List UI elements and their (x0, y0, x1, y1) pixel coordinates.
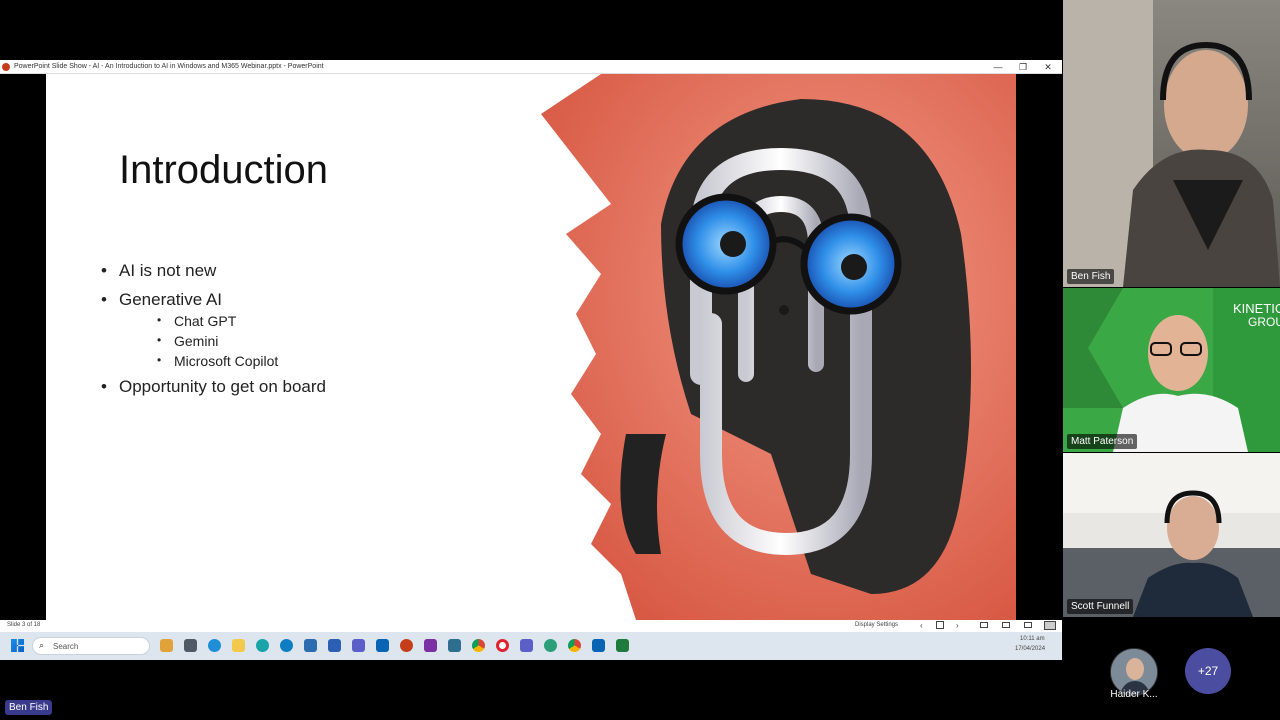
opera-icon[interactable] (496, 639, 509, 652)
reading-view-icon[interactable] (1024, 622, 1032, 628)
minimize-button[interactable]: — (985, 60, 1011, 74)
participant-video-matt-paterson: KINETICS GROU (1063, 288, 1280, 452)
chrome-beta-icon[interactable] (568, 639, 581, 652)
windows-taskbar: ⌕ Search 10:11 am 17/04/2024 (0, 632, 1062, 660)
edge-dev-icon[interactable] (280, 639, 293, 652)
participant-name: Matt Paterson (1067, 434, 1138, 449)
sorter-view-icon[interactable] (1002, 622, 1010, 628)
calculator-icon[interactable] (448, 639, 461, 652)
outlook-icon[interactable] (376, 639, 389, 652)
edge-canary-icon[interactable] (544, 639, 557, 652)
participant-video-ben-fish (1063, 0, 1280, 287)
presenter-label: Ben Fish (5, 700, 53, 715)
clippy-illustration (541, 74, 1016, 620)
next-slide-icon[interactable]: › (956, 621, 959, 630)
slide: Introduction AI is not new Generative AI… (46, 74, 1016, 620)
file-explorer-icon[interactable] (232, 639, 245, 652)
svg-text:GROU: GROU (1248, 315, 1280, 329)
slide-counter: Slide 3 of 18 (7, 622, 41, 628)
store-icon[interactable] (304, 639, 317, 652)
powerpoint-taskbar-icon[interactable] (400, 639, 413, 652)
video-tile-matt-paterson[interactable]: KINETICS GROU Matt Paterson (1063, 288, 1280, 452)
previous-slide-icon[interactable]: ‹ (920, 621, 923, 630)
participant-name: Haider K... (1110, 689, 1158, 700)
participant-name: Scott Funnell (1067, 599, 1134, 614)
teams-icon[interactable] (352, 639, 365, 652)
shared-screen: PowerPoint Slide Show - AI - An Introduc… (0, 60, 1062, 660)
edge-icon[interactable] (208, 639, 221, 652)
participant-name: Ben Fish (1067, 269, 1115, 284)
window-title: PowerPoint Slide Show - AI - An Introduc… (14, 63, 324, 70)
taskbar-search-box[interactable]: ⌕ Search (32, 637, 150, 655)
slideshow-view-icon[interactable] (1044, 621, 1056, 630)
normal-view-icon[interactable] (980, 622, 988, 628)
more-participants-button[interactable]: +27 (1185, 648, 1231, 694)
slide-title: Introduction (119, 148, 329, 192)
window-titlebar: PowerPoint Slide Show - AI - An Introduc… (0, 60, 1062, 74)
bullet-item: AI is not new (101, 261, 216, 281)
participant-video-scott-funnell (1063, 453, 1280, 617)
onenote-icon[interactable] (424, 639, 437, 652)
teams-new-icon[interactable] (520, 639, 533, 652)
windows-start-icon[interactable] (11, 639, 24, 652)
taskbar-date: 17/04/2024 (1015, 646, 1046, 652)
powerpoint-statusbar: Slide 3 of 18 Display Settings ‹ › (0, 620, 1062, 632)
sub-bullet-item: Chat GPT (157, 313, 236, 329)
close-button[interactable]: ✕ (1035, 60, 1061, 74)
outlook-new-icon[interactable] (592, 639, 605, 652)
chrome-icon[interactable] (472, 639, 485, 652)
search-icon: ⌕ (39, 640, 45, 650)
video-tile-ben-fish[interactable]: Ben Fish (1063, 0, 1280, 287)
slide-grid-icon[interactable] (936, 621, 944, 629)
widgets-icon[interactable] (160, 639, 173, 652)
sub-bullet-item: Microsoft Copilot (157, 353, 278, 369)
taskbar-time: 10:11 am (1020, 636, 1045, 642)
search-placeholder: Search (53, 642, 79, 651)
edge-beta-icon[interactable] (256, 639, 269, 652)
display-settings-button[interactable]: Display Settings (855, 622, 898, 628)
word-icon[interactable] (328, 639, 341, 652)
display-settings-label: Display Settings (855, 622, 899, 628)
excel-icon[interactable] (616, 639, 629, 652)
sub-bullet-item: Gemini (157, 333, 218, 349)
bullet-item: Generative AI (101, 290, 222, 310)
bullet-item: Opportunity to get on board (101, 377, 326, 397)
task-view-icon[interactable] (184, 639, 197, 652)
powerpoint-icon (2, 62, 10, 71)
svg-text:KINETICS: KINETICS (1233, 301, 1280, 316)
restore-button[interactable]: ❐ (1010, 60, 1036, 74)
video-tile-scott-funnell[interactable]: Scott Funnell (1063, 453, 1280, 617)
